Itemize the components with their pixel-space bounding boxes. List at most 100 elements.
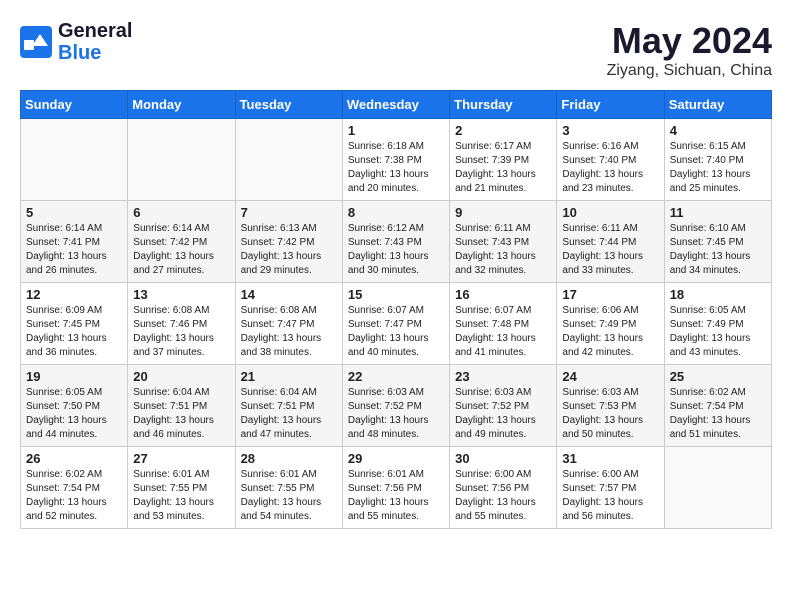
day-cell: 16 Sunrise: 6:07 AM Sunset: 7:48 PM Dayli… [450, 283, 557, 365]
day-number: 2 [455, 123, 551, 138]
day-cell: 28Sunrise: 6:01 AM Sunset: 7:55 PM Dayli… [235, 447, 342, 529]
day-cell: 7 Sunrise: 6:13 AM Sunset: 7:42 PM Daylig… [235, 201, 342, 283]
weekday-header-row: SundayMondayTuesdayWednesdayThursdayFrid… [21, 91, 772, 119]
day-cell: 11 Sunrise: 6:10 AM Sunset: 7:45 PM Dayli… [664, 201, 771, 283]
day-cell: 31 Sunrise: 6:00 AM Sunset: 7:57 PM Dayli… [557, 447, 664, 529]
weekday-header-sunday: Sunday [21, 91, 128, 119]
day-cell: 2 Sunrise: 6:17 AM Sunset: 7:39 PM Daylig… [450, 119, 557, 201]
location-subtitle: Ziyang, Sichuan, China [607, 62, 772, 80]
day-number: 24 [562, 369, 658, 384]
day-number: 21 [241, 369, 337, 384]
day-info: Sunrise: 6:07 AM Sunset: 7:48 PM Dayligh… [455, 304, 551, 360]
day-info: Sunrise: 6:04 AM Sunset: 7:51 PM Dayligh… [241, 386, 337, 442]
day-cell: 23 Sunrise: 6:03 AM Sunset: 7:52 PM Dayli… [450, 365, 557, 447]
day-info: Sunrise: 6:02 AM Sunset: 7:54 PM Dayligh… [670, 386, 766, 442]
day-cell: 10 Sunrise: 6:11 AM Sunset: 7:44 PM Dayli… [557, 201, 664, 283]
day-number: 18 [670, 287, 766, 302]
week-row-2: 5 Sunrise: 6:14 AM Sunset: 7:41 PM Daylig… [21, 201, 772, 283]
weekday-header-friday: Friday [557, 91, 664, 119]
week-row-1: 1 Sunrise: 6:18 AM Sunset: 7:38 PM Daylig… [21, 119, 772, 201]
day-cell: 19Sunrise: 6:05 AM Sunset: 7:50 PM Dayli… [21, 365, 128, 447]
day-cell: 15Sunrise: 6:07 AM Sunset: 7:47 PM Dayli… [342, 283, 449, 365]
day-info: Sunrise: 6:03 AM Sunset: 7:52 PM Dayligh… [455, 386, 551, 442]
day-info: Sunrise: 6:01 AM Sunset: 7:56 PM Dayligh… [348, 468, 444, 524]
day-number: 23 [455, 369, 551, 384]
day-cell [235, 119, 342, 201]
logo-text: General Blue [58, 20, 132, 64]
week-row-5: 26Sunrise: 6:02 AM Sunset: 7:54 PM Dayli… [21, 447, 772, 529]
day-cell: 21 Sunrise: 6:04 AM Sunset: 7:51 PM Dayli… [235, 365, 342, 447]
day-number: 1 [348, 123, 444, 138]
day-cell: 8 Sunrise: 6:12 AM Sunset: 7:43 PM Daylig… [342, 201, 449, 283]
day-number: 3 [562, 123, 658, 138]
weekday-header-monday: Monday [128, 91, 235, 119]
day-number: 4 [670, 123, 766, 138]
day-info: Sunrise: 6:01 AM Sunset: 7:55 PM Dayligh… [133, 468, 229, 524]
day-number: 15 [348, 287, 444, 302]
day-info: Sunrise: 6:13 AM Sunset: 7:42 PM Dayligh… [241, 222, 337, 278]
day-info: Sunrise: 6:14 AM Sunset: 7:41 PM Dayligh… [26, 222, 122, 278]
day-number: 26 [26, 451, 122, 466]
day-number: 11 [670, 205, 766, 220]
day-info: Sunrise: 6:03 AM Sunset: 7:52 PM Dayligh… [348, 386, 444, 442]
day-info: Sunrise: 6:00 AM Sunset: 7:57 PM Dayligh… [562, 468, 658, 524]
page-header: General Blue May 2024 Ziyang, Sichuan, C… [20, 20, 772, 80]
day-number: 22 [348, 369, 444, 384]
day-info: Sunrise: 6:10 AM Sunset: 7:45 PM Dayligh… [670, 222, 766, 278]
day-info: Sunrise: 6:12 AM Sunset: 7:43 PM Dayligh… [348, 222, 444, 278]
day-cell: 26Sunrise: 6:02 AM Sunset: 7:54 PM Dayli… [21, 447, 128, 529]
day-number: 20 [133, 369, 229, 384]
day-cell: 6Sunrise: 6:14 AM Sunset: 7:42 PM Daylig… [128, 201, 235, 283]
day-info: Sunrise: 6:18 AM Sunset: 7:38 PM Dayligh… [348, 140, 444, 196]
day-cell: 9Sunrise: 6:11 AM Sunset: 7:43 PM Daylig… [450, 201, 557, 283]
logo: General Blue [20, 20, 132, 64]
day-number: 9 [455, 205, 551, 220]
day-info: Sunrise: 6:01 AM Sunset: 7:55 PM Dayligh… [241, 468, 337, 524]
day-info: Sunrise: 6:16 AM Sunset: 7:40 PM Dayligh… [562, 140, 658, 196]
day-number: 14 [241, 287, 337, 302]
day-info: Sunrise: 6:15 AM Sunset: 7:40 PM Dayligh… [670, 140, 766, 196]
day-cell: 1 Sunrise: 6:18 AM Sunset: 7:38 PM Daylig… [342, 119, 449, 201]
day-number: 13 [133, 287, 229, 302]
day-cell: 29 Sunrise: 6:01 AM Sunset: 7:56 PM Dayli… [342, 447, 449, 529]
day-number: 19 [26, 369, 122, 384]
day-info: Sunrise: 6:00 AM Sunset: 7:56 PM Dayligh… [455, 468, 551, 524]
day-number: 25 [670, 369, 766, 384]
day-cell: 24Sunrise: 6:03 AM Sunset: 7:53 PM Dayli… [557, 365, 664, 447]
month-year-title: May 2024 [607, 20, 772, 62]
weekday-header-saturday: Saturday [664, 91, 771, 119]
week-row-3: 12 Sunrise: 6:09 AM Sunset: 7:45 PM Dayli… [21, 283, 772, 365]
day-info: Sunrise: 6:04 AM Sunset: 7:51 PM Dayligh… [133, 386, 229, 442]
day-info: Sunrise: 6:11 AM Sunset: 7:44 PM Dayligh… [562, 222, 658, 278]
day-info: Sunrise: 6:17 AM Sunset: 7:39 PM Dayligh… [455, 140, 551, 196]
day-cell: 22 Sunrise: 6:03 AM Sunset: 7:52 PM Dayli… [342, 365, 449, 447]
day-cell: 13Sunrise: 6:08 AM Sunset: 7:46 PM Dayli… [128, 283, 235, 365]
day-cell: 12 Sunrise: 6:09 AM Sunset: 7:45 PM Dayli… [21, 283, 128, 365]
day-number: 29 [348, 451, 444, 466]
day-info: Sunrise: 6:08 AM Sunset: 7:47 PM Dayligh… [241, 304, 337, 360]
day-cell: 27 Sunrise: 6:01 AM Sunset: 7:55 PM Dayli… [128, 447, 235, 529]
day-cell: 3 Sunrise: 6:16 AM Sunset: 7:40 PM Daylig… [557, 119, 664, 201]
day-number: 8 [348, 205, 444, 220]
title-block: May 2024 Ziyang, Sichuan, China [607, 20, 772, 80]
weekday-header-thursday: Thursday [450, 91, 557, 119]
day-cell: 14 Sunrise: 6:08 AM Sunset: 7:47 PM Dayli… [235, 283, 342, 365]
day-number: 7 [241, 205, 337, 220]
day-cell: 17Sunrise: 6:06 AM Sunset: 7:49 PM Dayli… [557, 283, 664, 365]
day-cell: 20 Sunrise: 6:04 AM Sunset: 7:51 PM Dayli… [128, 365, 235, 447]
day-number: 5 [26, 205, 122, 220]
day-info: Sunrise: 6:09 AM Sunset: 7:45 PM Dayligh… [26, 304, 122, 360]
calendar-table: SundayMondayTuesdayWednesdayThursdayFrid… [20, 90, 772, 529]
weekday-header-wednesday: Wednesday [342, 91, 449, 119]
day-number: 27 [133, 451, 229, 466]
day-number: 30 [455, 451, 551, 466]
day-cell: 4 Sunrise: 6:15 AM Sunset: 7:40 PM Daylig… [664, 119, 771, 201]
day-cell: 18 Sunrise: 6:05 AM Sunset: 7:49 PM Dayli… [664, 283, 771, 365]
day-number: 16 [455, 287, 551, 302]
day-info: Sunrise: 6:05 AM Sunset: 7:49 PM Dayligh… [670, 304, 766, 360]
day-number: 6 [133, 205, 229, 220]
day-number: 10 [562, 205, 658, 220]
day-cell: 25 Sunrise: 6:02 AM Sunset: 7:54 PM Dayli… [664, 365, 771, 447]
day-number: 31 [562, 451, 658, 466]
day-number: 12 [26, 287, 122, 302]
